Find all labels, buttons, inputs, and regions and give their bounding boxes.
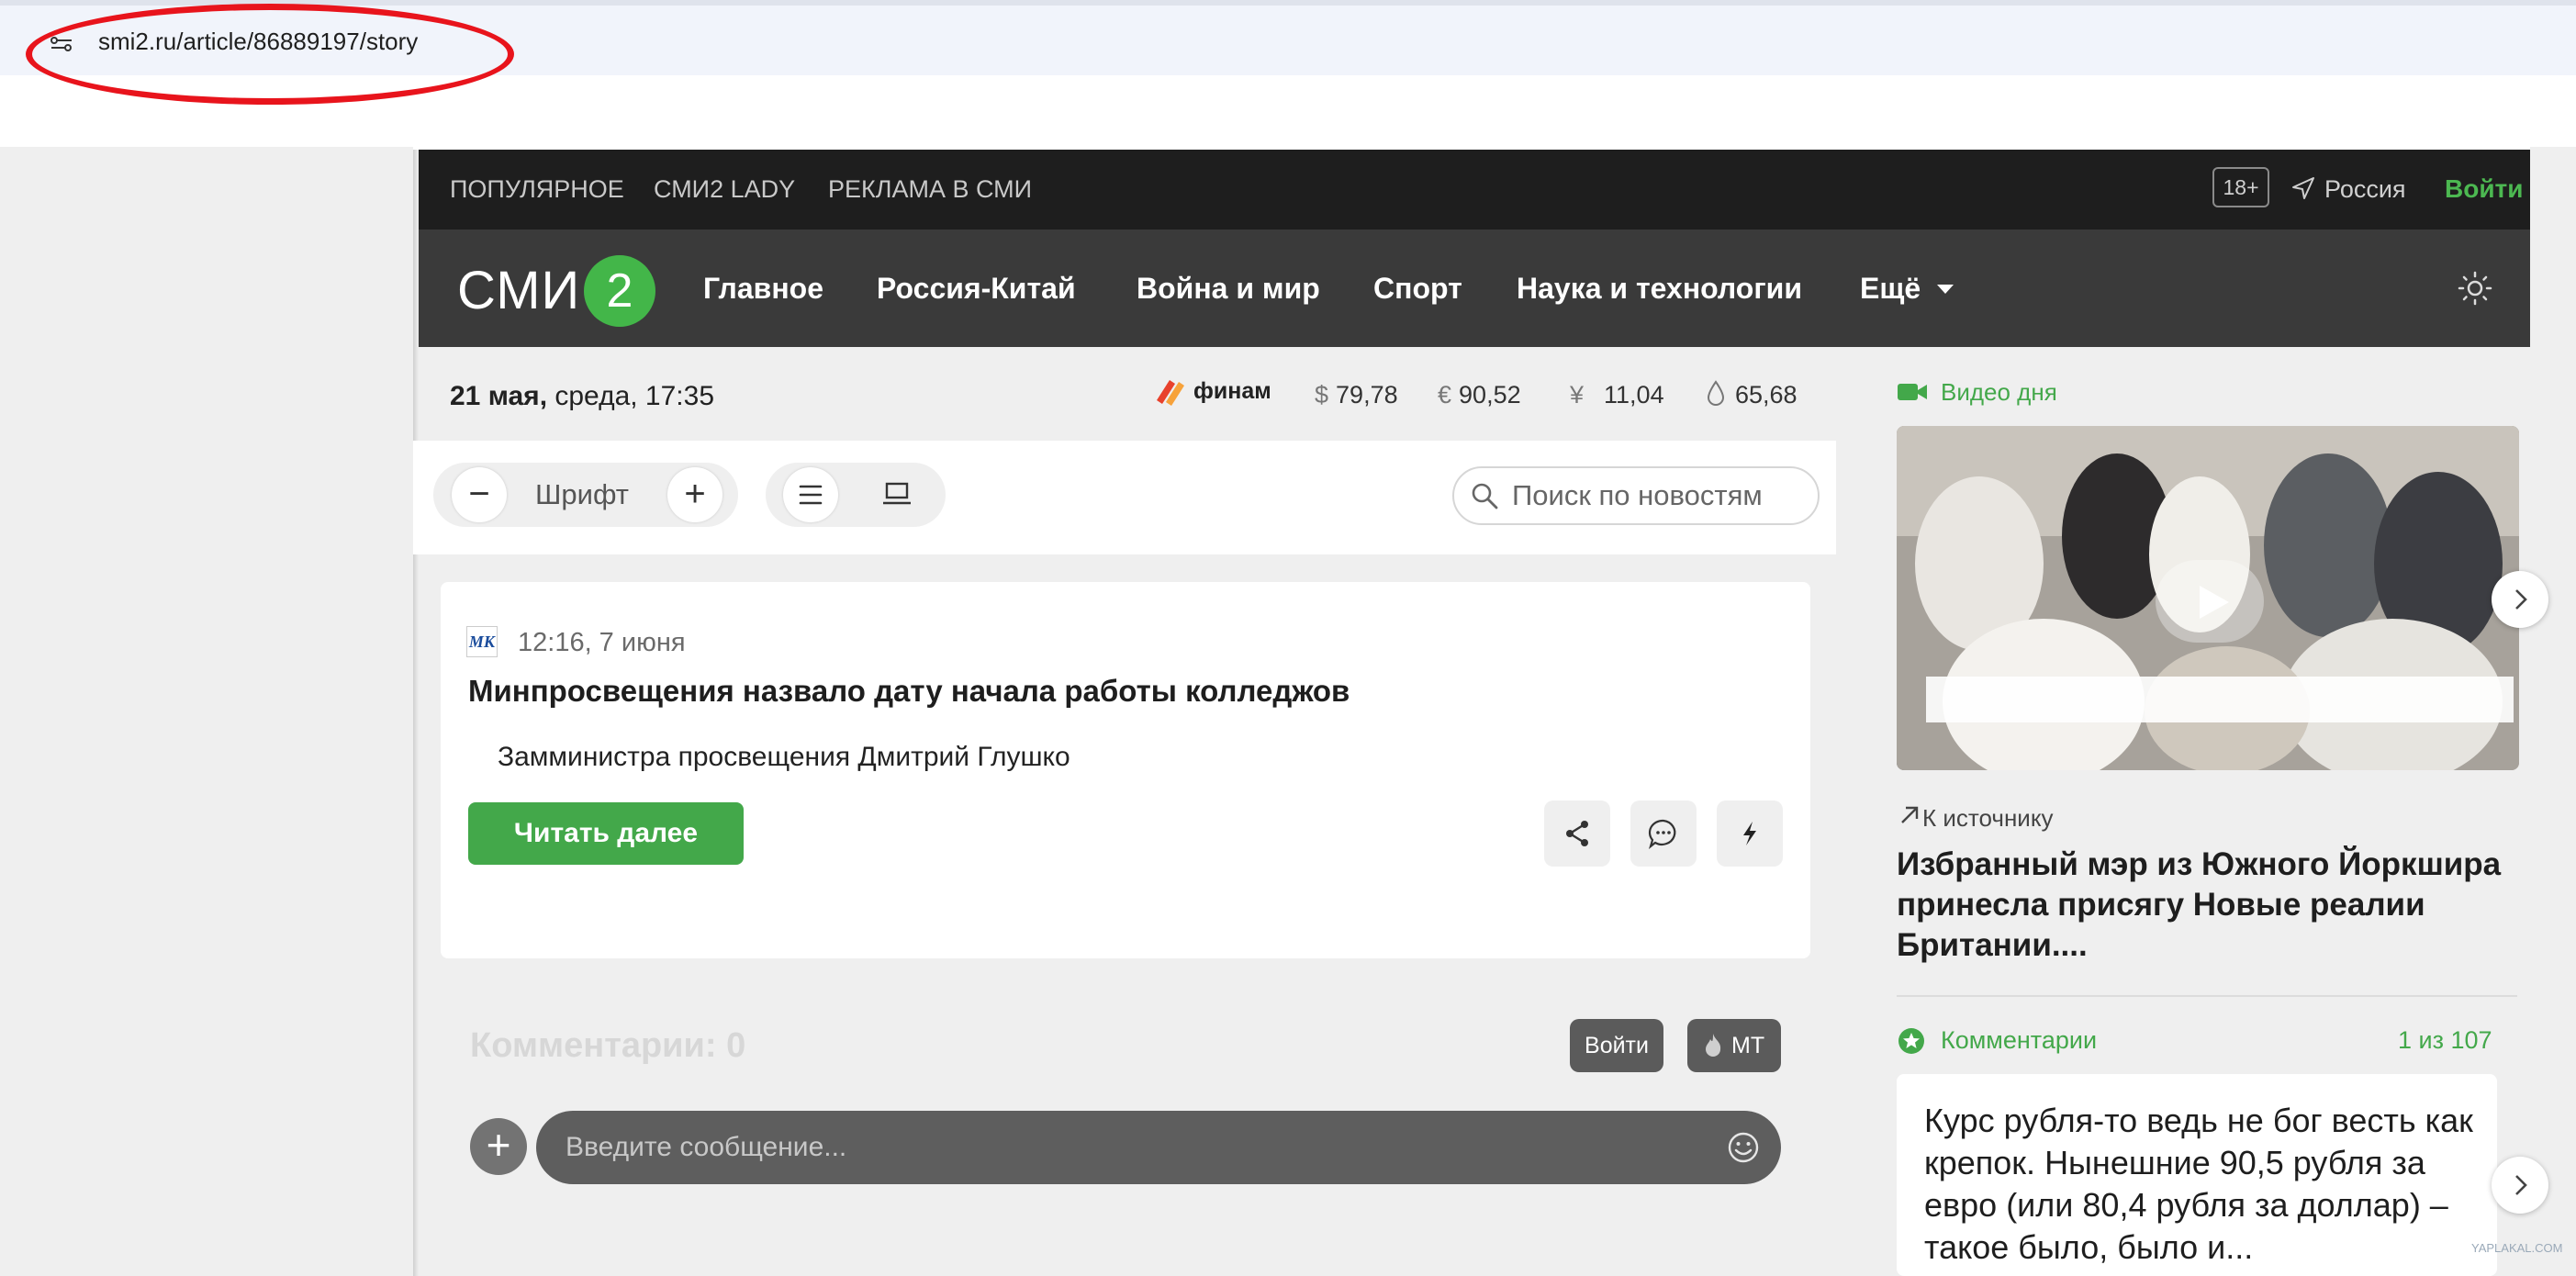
watermark: YAPLAKAL.COM [2471,1241,2563,1255]
page-margin-right [2530,147,2576,1276]
nav-war-and-peace[interactable]: Война и мир [1137,272,1320,306]
article-time: 12:16, 7 июня [518,628,686,657]
rate-cny: ¥11,04 [1570,381,1664,409]
sidebar-divider [1897,995,2517,997]
nav-more[interactable]: Ещё [1860,272,1921,306]
to-source-link[interactable]: К источнику [1922,804,2054,833]
location-arrow-icon[interactable] [2290,175,2316,201]
flash-button[interactable] [1717,800,1783,867]
article-lead: Замминистра просвещения Дмитрий Глушко [498,742,1070,772]
sidebar-comments-label[interactable]: Комментарии [1941,1026,2097,1055]
yuan-icon: ¥ [1570,381,1585,409]
rate-value: 90,52 [1459,381,1521,409]
share-icon [1566,821,1588,846]
chevron-down-icon[interactable] [1937,285,1954,294]
euro-icon: € [1438,381,1452,409]
source-logo[interactable]: МК [466,626,498,657]
emoji-icon[interactable] [1726,1130,1761,1165]
comments-next-arrow[interactable] [2492,1157,2548,1214]
lightning-icon [1743,822,1756,845]
comments-heading: Комментарии: 0 [470,1026,746,1065]
mt-label: МТ [1731,1033,1765,1058]
rate-eur: €90,52 [1438,381,1521,409]
dollar-icon: $ [1315,381,1329,409]
page-margin-left [0,147,413,1276]
font-decrease-button[interactable]: − [452,467,507,522]
login-link[interactable]: Войти [2445,174,2523,204]
list-icon [799,485,823,505]
topnav-popular[interactable]: ПОПУЛЯРНОЕ [450,175,624,204]
video-camera-icon [1898,384,1927,400]
search-icon [1472,483,1498,509]
nav-main[interactable]: Главное [703,272,823,306]
chevron-right-icon [2515,589,2527,610]
current-date: 21 мая, среда, 17:35 [450,381,714,412]
page-shadow [413,150,419,1276]
topnav-lady[interactable]: СМИ2 LADY [654,175,795,204]
comment-button[interactable] [1630,800,1697,867]
site-logo-text[interactable]: СМИ [457,260,580,321]
message-placeholder: Введите сообщение... [566,1132,847,1162]
region-selector[interactable]: Россия [2324,175,2406,204]
fire-icon [1706,1034,1721,1057]
video-title[interactable]: Избранный мэр из Южного Йоркшира принесл… [1897,845,2530,966]
rate-usd: $79,78 [1315,381,1398,409]
oil-drop-icon [1707,380,1725,406]
mt-button[interactable]: МТ [1687,1019,1781,1072]
rate-value: 79,78 [1336,381,1398,409]
date-weekday-time: среда, 17:35 [547,381,715,411]
video-caption-strip [1926,677,2514,722]
search-placeholder: Поиск по новостям [1512,479,1763,511]
nav-sport[interactable]: Спорт [1373,272,1462,306]
article-title[interactable]: Минпросвещения назвало дату начала работ… [468,674,1350,709]
video-of-day-label: Видео дня [1941,378,2057,406]
age-rating-badge: 18+ [2212,167,2269,207]
comments-login-button[interactable]: Войти [1570,1019,1663,1072]
list-view-button[interactable] [783,467,838,522]
add-attachment-button[interactable]: + [470,1118,527,1175]
video-next-arrow[interactable] [2492,571,2548,628]
topnav-advertising[interactable]: РЕКЛАМА В СМИ [828,175,1032,204]
comment-bubble-icon [1648,819,1676,850]
nav-russia-china[interactable]: Россия-Китай [877,272,1076,306]
date-day: 21 мая, [450,381,548,411]
chevron-right-icon [2515,1175,2527,1195]
sun-theme-icon[interactable] [2457,270,2493,307]
comment-text[interactable]: Курс рубля-то ведь не бог весть как креп… [1924,1100,2475,1269]
nav-science[interactable]: Наука и технологии [1517,272,1802,306]
external-arrow-icon[interactable] [1898,804,1921,826]
card-view-icon[interactable] [881,481,913,509]
finam-logo-icon[interactable] [1153,373,1190,409]
comments-counter: 1 из 107 [2398,1026,2492,1054]
font-label: Шрифт [535,478,629,510]
red-highlight-ellipse [26,4,514,105]
site-logo-badge[interactable]: 2 [584,255,655,327]
read-more-button[interactable]: Читать далее [468,802,744,865]
finam-brand[interactable]: финам [1193,378,1271,405]
rate-value: 11,04 [1604,381,1664,409]
star-badge-icon [1898,1028,1924,1054]
share-button[interactable] [1544,800,1610,867]
play-icon[interactable] [2156,560,2264,643]
font-increase-button[interactable]: + [667,467,722,522]
rate-oil: 65,68 [1735,381,1798,409]
